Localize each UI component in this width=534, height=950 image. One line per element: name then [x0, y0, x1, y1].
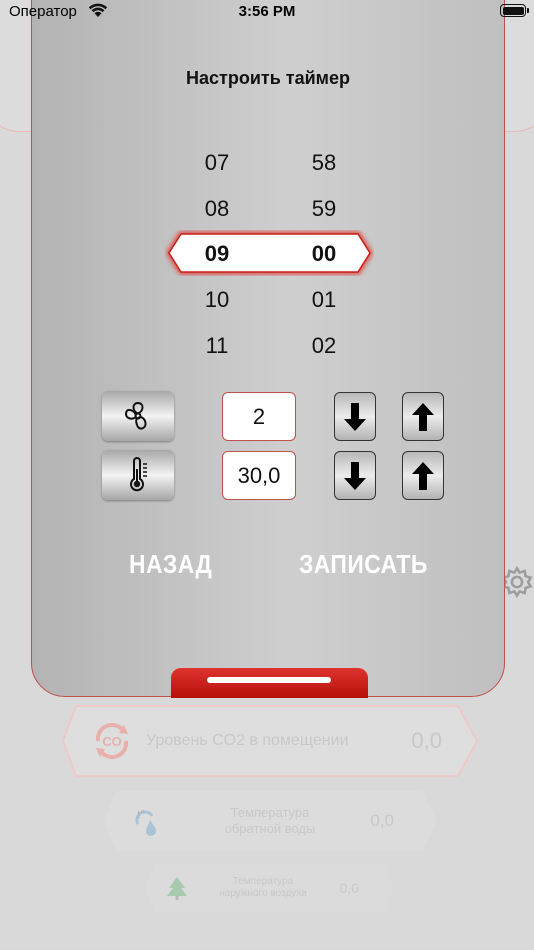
- thermometer-icon: [130, 457, 147, 492]
- sensor-label: Температура наружного воздуха: [219, 876, 307, 899]
- minute-option[interactable]: 59: [284, 196, 364, 222]
- co2-icon: CO 2: [95, 722, 129, 760]
- timer-dialog: Настроить таймер 07 08 09 10 11 58 59 00…: [31, 0, 505, 697]
- arrow-down-icon: [344, 402, 366, 431]
- status-time: 3:56 PM: [238, 3, 296, 20]
- fan-decrease-button[interactable]: [334, 392, 376, 441]
- water-temperature-icon: t°: [135, 809, 156, 836]
- fan-speed-field[interactable]: 2: [222, 392, 296, 441]
- fan-increase-button[interactable]: [402, 392, 444, 441]
- drawer-handle[interactable]: [171, 668, 368, 698]
- drawer-grabber: [207, 677, 331, 683]
- status-bar: Оператор 3:56 PM: [0, 0, 534, 26]
- arrow-down-icon: [344, 461, 366, 490]
- svg-text:CO: CO: [102, 734, 122, 749]
- svg-text:t°: t°: [137, 809, 144, 821]
- minute-option[interactable]: 58: [284, 150, 364, 176]
- sensor-value: 0,0: [370, 811, 394, 830]
- sensor-value: 0,0: [411, 728, 442, 753]
- minute-option[interactable]: 02: [284, 333, 364, 359]
- sensor-value: 0,0: [339, 880, 359, 896]
- hour-option[interactable]: 11: [177, 333, 257, 359]
- sensor-label: Уровень CO2 в помещении: [146, 732, 349, 750]
- outdoor-tree-icon: [167, 877, 187, 900]
- temperature-mode-button[interactable]: [102, 450, 174, 500]
- minute-selected[interactable]: 00: [284, 241, 364, 267]
- temperature-increase-button[interactable]: [402, 451, 444, 500]
- sensor-row-co2[interactable]: CO 2 Уровень CO2 в помещении 0,0: [62, 705, 478, 777]
- sensor-row-outdoor-air[interactable]: Температура наружного воздуха 0,0: [145, 864, 395, 912]
- save-button[interactable]: ЗАПИСАТЬ: [299, 549, 428, 580]
- hour-option[interactable]: 10: [177, 287, 257, 313]
- svg-text:2: 2: [123, 746, 127, 753]
- back-button[interactable]: НАЗАД: [129, 549, 212, 580]
- temperature-field[interactable]: 30,0: [222, 451, 296, 500]
- minute-option[interactable]: 01: [284, 287, 364, 313]
- hour-selected[interactable]: 09: [177, 241, 257, 267]
- fan-mode-button[interactable]: [102, 391, 174, 441]
- arrow-up-icon: [412, 402, 434, 431]
- temperature-decrease-button[interactable]: [334, 451, 376, 500]
- dialog-title: Настроить таймер: [186, 68, 350, 88]
- hour-option[interactable]: 07: [177, 150, 257, 176]
- hour-option[interactable]: 08: [177, 196, 257, 222]
- arrow-up-icon: [412, 461, 434, 490]
- battery-icon: [500, 4, 529, 17]
- sensor-row-return-water[interactable]: t° Температура обратной воды 0,0: [104, 791, 438, 851]
- sensor-label: Температура обратной воды: [224, 805, 316, 836]
- fan-icon: [125, 401, 147, 430]
- settings-gear-icon[interactable]: [500, 560, 534, 604]
